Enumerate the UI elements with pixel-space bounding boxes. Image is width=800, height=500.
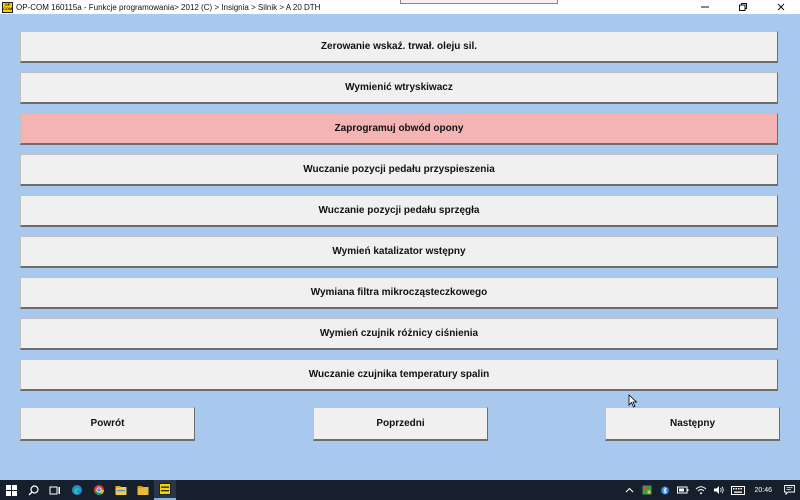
opcom-taskbar-button[interactable] <box>154 480 176 500</box>
function-button-replace-injector[interactable]: Wymienić wtryskiwacz <box>20 72 778 104</box>
keyboard-button[interactable] <box>728 480 748 500</box>
tray-app-button[interactable] <box>638 480 656 500</box>
function-label: Wuczanie czujnika temperatury spalin <box>308 369 490 380</box>
task-view-button[interactable] <box>44 480 66 500</box>
taskbar-clock[interactable]: 20:46 <box>748 487 778 494</box>
minimize-icon <box>701 6 709 8</box>
window-controls <box>686 0 800 14</box>
function-button-replace-particulate-filter[interactable]: Wymiana filtra mikrocząsteczkowego <box>20 277 778 309</box>
chrome-icon <box>94 485 104 495</box>
wifi-icon <box>696 486 707 495</box>
bluetooth-icon <box>661 486 670 494</box>
keyboard-icon <box>731 485 746 495</box>
system-tray: 20:46 <box>620 480 800 500</box>
minimize-button[interactable] <box>686 0 724 14</box>
folder-icon <box>137 485 149 495</box>
search-button[interactable] <box>22 480 44 500</box>
function-label: Wymienić wtryskiwacz <box>345 82 453 93</box>
opcom-icon <box>159 483 171 495</box>
file-explorer-taskbar-button[interactable] <box>110 480 132 500</box>
file-explorer-icon <box>115 485 127 495</box>
mouse-cursor-icon <box>628 394 638 408</box>
function-button-learn-accelerator-pedal[interactable]: Wuczanie pozycji pedału przyspieszenia <box>20 154 778 186</box>
restore-icon <box>739 3 747 11</box>
function-label: Wymień katalizator wstępny <box>332 246 466 257</box>
close-icon <box>777 3 785 11</box>
bluetooth-button[interactable] <box>656 480 674 500</box>
chevron-up-icon <box>625 487 634 492</box>
folder-taskbar-button[interactable] <box>132 480 154 500</box>
restore-button[interactable] <box>724 0 762 14</box>
show-hidden-icons-button[interactable] <box>620 480 638 500</box>
function-label: Zaprogramuj obwód opony <box>334 123 464 134</box>
main-content: Zerowanie wskaź. trwał. oleju sil. Wymie… <box>0 14 800 480</box>
opcom-logo-icon: OP COM <box>2 1 13 13</box>
function-label: Wymiana filtra mikrocząsteczkowego <box>310 287 488 298</box>
chrome-taskbar-button[interactable] <box>88 480 110 500</box>
battery-button[interactable] <box>674 480 692 500</box>
app-tray-icon <box>642 485 652 495</box>
title-bar: OP COM OP-COM 160115a - Funkcje programow… <box>0 0 800 14</box>
title-bar-decoration <box>400 0 558 4</box>
function-button-reset-oil-life[interactable]: Zerowanie wskaź. trwał. oleju sil. <box>20 31 778 63</box>
volume-icon <box>714 486 725 494</box>
taskbar: 20:46 <box>0 480 800 500</box>
back-button[interactable]: Powrót <box>20 407 195 441</box>
edge-taskbar-button[interactable] <box>66 480 88 500</box>
function-label: Wuczanie pozycji pedału przyspieszenia <box>303 164 495 175</box>
search-icon <box>28 484 39 495</box>
next-button[interactable]: Następny <box>605 407 780 441</box>
window-title: OP-COM 160115a - Funkcje programowania> … <box>16 2 321 12</box>
notification-icon <box>783 485 795 495</box>
windows-start-icon <box>5 484 17 496</box>
wifi-button[interactable] <box>692 480 710 500</box>
function-label: Zerowanie wskaź. trwał. oleju sil. <box>320 41 478 52</box>
volume-button[interactable] <box>710 480 728 500</box>
function-button-learn-clutch-pedal[interactable]: Wuczanie pozycji pedału sprzęgła <box>20 195 778 227</box>
edge-icon <box>72 485 82 495</box>
battery-icon <box>677 486 689 494</box>
task-view-icon <box>49 486 60 494</box>
function-button-program-tire-circumference[interactable]: Zaprogramuj obwód opony <box>20 113 778 145</box>
back-label: Powrót <box>90 418 125 429</box>
notification-center-button[interactable] <box>778 480 800 500</box>
function-label: Wuczanie pozycji pedału sprzęgła <box>318 205 480 216</box>
function-button-learn-exhaust-temp-sensor[interactable]: Wuczanie czujnika temperatury spalin <box>20 359 778 391</box>
function-button-replace-pressure-sensor[interactable]: Wymień czujnik różnicy ciśnienia <box>20 318 778 350</box>
function-button-replace-precatalyst[interactable]: Wymień katalizator wstępny <box>20 236 778 268</box>
previous-button[interactable]: Poprzedni <box>313 407 488 441</box>
previous-label: Poprzedni <box>376 418 425 429</box>
close-button[interactable] <box>762 0 800 14</box>
start-button[interactable] <box>0 480 22 500</box>
next-label: Następny <box>669 418 715 429</box>
function-label: Wymień czujnik różnicy ciśnienia <box>319 328 479 339</box>
